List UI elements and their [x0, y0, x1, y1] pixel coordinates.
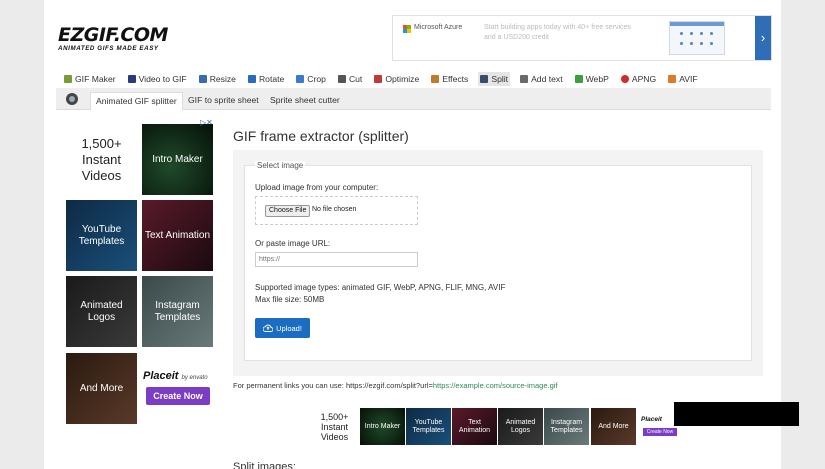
nav-video-to-gif[interactable]: Video to GIF — [126, 72, 189, 86]
microsoft-logo-icon — [403, 25, 411, 33]
ad-tile-and-more[interactable]: And More — [66, 353, 137, 424]
nav-apng[interactable]: APNG — [619, 72, 658, 86]
logo-text: EZGIF.COM — [58, 24, 168, 46]
bottom-ad-text-animation[interactable]: Text Animation — [452, 408, 497, 445]
nav-gif-maker[interactable]: GIF Maker — [62, 72, 118, 86]
nav-resize[interactable]: Resize — [197, 72, 238, 86]
crop-icon — [296, 75, 305, 83]
upload-label: Upload image from your computer: — [255, 183, 379, 192]
upload-button-label: Upload! — [276, 323, 302, 333]
ad-choices-icon[interactable]: ▷✕ — [759, 15, 769, 22]
permanent-link-text: For permanent links you can use: https:/… — [233, 381, 558, 390]
cut-icon — [337, 75, 346, 83]
file-drop-area[interactable]: Choose File No file chosen — [255, 196, 418, 225]
page-title: GIF frame extractor (splitter) — [233, 128, 409, 144]
bottom-placeit-logo: Placeit — [641, 416, 662, 423]
ad-tile-intro-maker[interactable]: Intro Maker — [142, 124, 213, 195]
site-logo[interactable]: EZGIF.COM ANIMATED GIFS MADE EASY — [58, 24, 183, 53]
split-images-heading: Split images: — [233, 461, 296, 469]
bottom-ad-and-more[interactable]: And More — [591, 408, 636, 445]
apng-icon — [620, 75, 629, 83]
ad-brand: Microsoft Azure — [414, 24, 463, 31]
upload-form-panel: Select image Upload image from your comp… — [233, 150, 763, 376]
effects-icon — [431, 75, 440, 83]
url-label: Or paste image URL: — [255, 239, 331, 248]
nav-webp[interactable]: WebP — [573, 72, 611, 86]
select-image-fieldset: Select image Upload image from your comp… — [244, 161, 752, 361]
split-tool-icon — [66, 93, 78, 105]
nav-cut[interactable]: Cut — [336, 72, 364, 86]
supported-types-text: Supported image types: animated GIF, Web… — [255, 283, 506, 292]
image-url-input[interactable] — [255, 252, 418, 267]
ad-screenshot-image — [669, 21, 725, 55]
split-icon — [480, 75, 489, 83]
webp-icon — [574, 75, 583, 83]
ad-choices-icon[interactable]: ▷✕ — [200, 118, 213, 127]
placeit-logo: Placeit by envato — [143, 370, 208, 382]
avif-icon — [668, 75, 677, 83]
bottom-ad-animated-logos[interactable]: Animated Logos — [498, 408, 543, 445]
no-file-chosen-text: No file chosen — [312, 206, 357, 213]
ad-tile-text-animation[interactable]: Text Animation — [142, 200, 213, 271]
ad-tile-instagram-templates[interactable]: Instagram Templates — [142, 276, 213, 347]
logo-tagline: ANIMATED GIFS MADE EASY — [58, 45, 159, 52]
bottom-ad-intro-maker[interactable]: Intro Maker — [360, 408, 405, 445]
nav-split[interactable]: Split — [478, 72, 511, 86]
tab-sprite-sheet-cutter[interactable]: Sprite sheet cutter — [265, 92, 345, 110]
gif-maker-icon — [64, 75, 72, 83]
bottom-ad-youtube-templates[interactable]: YouTube Templates — [406, 408, 451, 445]
bottom-create-now-button[interactable]: Create Now — [643, 428, 677, 436]
bottom-ad-instagram-templates[interactable]: Instagram Templates — [544, 408, 589, 445]
cloud-upload-icon — [263, 324, 274, 332]
upload-button[interactable]: Upload! — [255, 318, 310, 338]
nav-effects[interactable]: Effects — [429, 72, 470, 86]
tab-animated-gif-splitter[interactable]: Animated GIF splitter — [90, 92, 183, 110]
create-now-button[interactable]: Create Now — [146, 387, 210, 405]
nav-crop[interactable]: Crop — [294, 72, 328, 86]
max-file-size-text: Max file size: 50MB — [255, 295, 325, 304]
nav-avif[interactable]: AVIF — [666, 72, 699, 86]
ad-tile-instant-videos[interactable]: 1,500+ Instant Videos — [66, 124, 137, 195]
ad-copy: Start building apps today with 40+ free … — [484, 24, 631, 41]
nav-add-text[interactable]: Add text — [518, 72, 565, 86]
add-text-icon — [520, 75, 529, 83]
ad-tile-animated-logos[interactable]: Animated Logos — [66, 276, 137, 347]
resize-icon — [198, 75, 207, 83]
fieldset-legend: Select image — [255, 161, 306, 170]
bottom-ad-instant-videos[interactable]: 1,500+ Instant Videos — [312, 408, 357, 445]
ad-next-arrow-icon[interactable]: › — [755, 16, 771, 60]
nav-optimize[interactable]: Optimize — [372, 72, 421, 86]
ad-tile-youtube-templates[interactable]: YouTube Templates — [66, 200, 137, 271]
nav-rotate[interactable]: Rotate — [246, 72, 286, 86]
video-icon — [127, 75, 136, 83]
optimize-icon — [374, 75, 383, 83]
rotate-icon — [247, 75, 256, 83]
tab-gif-to-sprite-sheet[interactable]: GIF to sprite sheet — [183, 92, 264, 110]
sub-nav: Animated GIF splitter GIF to sprite shee… — [56, 88, 771, 110]
top-banner-ad[interactable]: Microsoft Azure Start building apps toda… — [392, 15, 772, 61]
permanent-link-example[interactable]: https://example.com/source-image.gif — [433, 381, 558, 390]
choose-file-button[interactable]: Choose File — [265, 205, 311, 217]
main-nav: GIF Maker Video to GIF Resize Rotate Cro… — [62, 72, 700, 86]
redacted-overlay — [674, 402, 799, 426]
